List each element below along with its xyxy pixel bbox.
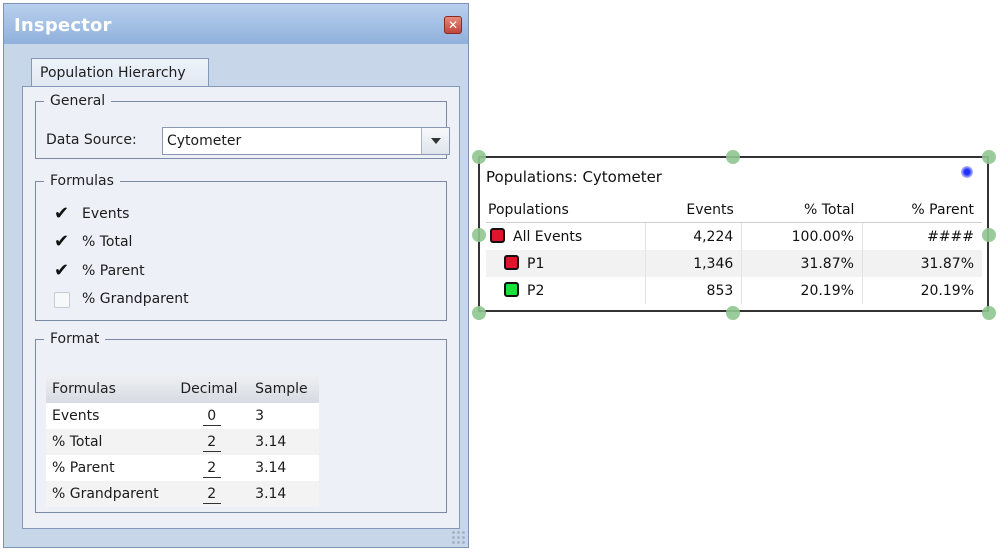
- population-color-swatch: [504, 282, 519, 297]
- general-group: General Data Source: Cytometer: [35, 93, 450, 159]
- parent-checkbox[interactable]: ✔: [54, 262, 72, 280]
- general-legend: General: [50, 93, 106, 109]
- tab-population-hierarchy[interactable]: Population Hierarchy: [31, 58, 209, 87]
- total-checkbox[interactable]: ✔: [54, 233, 72, 251]
- pop-header-populations: Populations: [486, 198, 646, 223]
- pop-header-events: Events: [645, 198, 742, 223]
- format-legend: Format: [50, 331, 100, 347]
- resize-handle[interactable]: [472, 150, 486, 164]
- population-color-swatch: [490, 228, 505, 243]
- format-formula-cell: % Total: [46, 429, 175, 455]
- population-name: P2: [527, 283, 545, 299]
- inspector-title: Inspector: [14, 15, 112, 36]
- selection-dot-icon: [961, 166, 973, 178]
- resize-handle[interactable]: [982, 150, 996, 164]
- table-row: Events 0 3: [46, 403, 319, 429]
- population-name: P1: [527, 256, 545, 272]
- format-table: Formulas Decimal Sample Events 0 3 % Tot…: [46, 375, 319, 507]
- sample-cell: 3.14: [249, 455, 319, 481]
- pop-header-total: % Total: [741, 198, 863, 223]
- resize-handle[interactable]: [472, 228, 486, 242]
- parent-checkbox-label: % Parent: [82, 263, 145, 279]
- chevron-down-icon[interactable]: [421, 128, 449, 154]
- formulas-legend: Formulas: [50, 173, 114, 189]
- events-cell: 4,224: [645, 222, 743, 250]
- populations-table: Populations Events % Total % Parent All …: [486, 198, 982, 304]
- population-color-swatch: [504, 255, 519, 270]
- format-header-formulas[interactable]: Formulas: [46, 375, 175, 403]
- format-formula-cell: % Parent: [46, 455, 175, 481]
- parent-cell: 20.19%: [920, 282, 974, 299]
- table-row: % Grandparent 2 3.14: [46, 481, 319, 507]
- sample-cell: 3.14: [249, 481, 319, 507]
- formulas-group: Formulas ✔ Events ✔ % Total ✔ % Parent %…: [35, 173, 447, 321]
- data-source-select[interactable]: Cytometer: [162, 127, 450, 155]
- events-checkbox[interactable]: ✔: [54, 205, 72, 223]
- parent-cell: 31.87%: [862, 250, 982, 277]
- populations-widget[interactable]: Populations: Cytometer Populations Event…: [478, 156, 989, 312]
- total-cell: 20.19%: [741, 277, 863, 304]
- inspector-window: Inspector ✕ Population Hierarchy General…: [3, 3, 469, 548]
- format-header-sample[interactable]: Sample: [249, 375, 319, 403]
- resize-handle[interactable]: [982, 306, 996, 320]
- decimal-input[interactable]: 2: [202, 485, 221, 504]
- events-cell: 1,346: [645, 250, 743, 277]
- total-checkbox-label: % Total: [82, 234, 133, 250]
- table-row: % Parent 2 3.14: [46, 455, 319, 481]
- grandparent-checkbox-label: % Grandparent: [82, 291, 189, 307]
- table-row: % Total 2 3.14: [46, 429, 319, 455]
- decimal-input[interactable]: 2: [202, 433, 221, 452]
- events-checkbox-label: Events: [82, 206, 130, 222]
- grandparent-checkbox[interactable]: [54, 292, 70, 308]
- resize-handle[interactable]: [726, 150, 740, 164]
- population-hierarchy-panel: General Data Source: Cytometer Formulas …: [22, 86, 460, 529]
- data-source-value: Cytometer: [167, 133, 242, 149]
- decimal-input[interactable]: 0: [202, 407, 221, 426]
- resize-handle[interactable]: [726, 306, 740, 320]
- resize-handle[interactable]: [472, 306, 486, 320]
- format-formula-cell: Events: [46, 403, 175, 429]
- pop-header-parent: % Parent: [862, 198, 982, 223]
- format-header-decimal[interactable]: Decimal: [174, 375, 250, 403]
- total-cell: 100.00%: [741, 222, 863, 250]
- data-source-label: Data Source:: [46, 132, 137, 148]
- format-formula-cell: % Grandparent: [46, 481, 175, 507]
- parent-cell: ####: [927, 228, 974, 245]
- population-name: All Events: [513, 229, 583, 245]
- table-row[interactable]: P1 1,346 31.87% 31.87%: [486, 250, 982, 277]
- table-row[interactable]: All Events 4,224 100.00% ####: [486, 222, 982, 250]
- events-cell: 853: [645, 277, 743, 304]
- format-group: Format Formulas Decimal Sample Events 0 …: [35, 331, 447, 513]
- decimal-input[interactable]: 2: [202, 459, 221, 478]
- close-icon[interactable]: ✕: [444, 16, 462, 34]
- table-row[interactable]: P2 853 20.19% 20.19%: [486, 277, 982, 304]
- inspector-titlebar[interactable]: Inspector ✕: [4, 4, 468, 44]
- populations-title: Populations: Cytometer: [486, 168, 662, 186]
- total-cell: 31.87%: [741, 250, 863, 277]
- sample-cell: 3: [249, 403, 319, 429]
- resize-grip-icon[interactable]: [451, 530, 465, 544]
- sample-cell: 3.14: [249, 429, 319, 455]
- resize-handle[interactable]: [982, 228, 996, 242]
